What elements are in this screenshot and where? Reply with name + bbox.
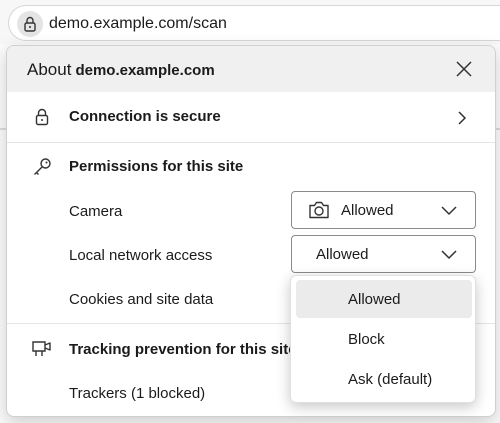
permissions-heading-row: Permissions for this site: [7, 154, 495, 184]
close-button[interactable]: [451, 56, 477, 82]
dropdown-option-label: Block: [348, 331, 385, 348]
address-bar[interactable]: demo.example.com/scan: [8, 5, 500, 41]
browser-toolbar: demo.example.com/scan: [0, 0, 500, 44]
popup-header: About demo.example.com: [7, 46, 495, 92]
chevron-down-icon: [440, 248, 458, 262]
site-info-button[interactable]: [17, 11, 43, 37]
connection-row[interactable]: Connection is secure: [7, 92, 495, 142]
tracking-prevention-icon: [31, 338, 53, 360]
cookies-label[interactable]: Cookies and site data: [69, 291, 213, 308]
permission-dropdown-menu: Allowed Block Ask (default): [290, 275, 476, 403]
key-icon: [31, 156, 53, 178]
divider: [7, 142, 495, 143]
permissions-heading: Permissions for this site: [69, 158, 244, 175]
popup-title-domain: demo.example.com: [75, 62, 215, 79]
local-network-permission-value: Allowed: [316, 246, 369, 263]
lock-icon: [24, 16, 36, 32]
chevron-right-icon: [458, 111, 467, 125]
tracking-heading: Tracking prevention for this site: [69, 341, 297, 358]
popup-title: About demo.example.com: [27, 60, 215, 80]
camera-permission-label: Camera: [69, 203, 123, 220]
local-network-permission-label: Local network access: [69, 247, 213, 264]
camera-icon: [309, 201, 329, 219]
dropdown-option-label: Ask (default): [348, 371, 433, 388]
trackers-label: Trackers (1 blocked): [69, 385, 206, 402]
dropdown-option-allowed[interactable]: Allowed: [296, 280, 472, 318]
url-text[interactable]: demo.example.com/scan: [49, 15, 227, 33]
dropdown-option-label: Allowed: [348, 291, 401, 308]
popup-title-prefix: About: [27, 60, 72, 79]
dropdown-option-block[interactable]: Block: [296, 320, 472, 358]
lock-icon: [31, 106, 53, 128]
camera-permission-value: Allowed: [341, 202, 394, 219]
dropdown-option-ask[interactable]: Ask (default): [296, 360, 472, 398]
camera-permission-select[interactable]: Allowed: [291, 191, 476, 229]
close-icon: [456, 61, 472, 77]
local-network-permission-select[interactable]: Allowed: [291, 235, 476, 273]
chevron-down-icon: [440, 204, 458, 218]
connection-label: Connection is secure: [69, 108, 221, 125]
